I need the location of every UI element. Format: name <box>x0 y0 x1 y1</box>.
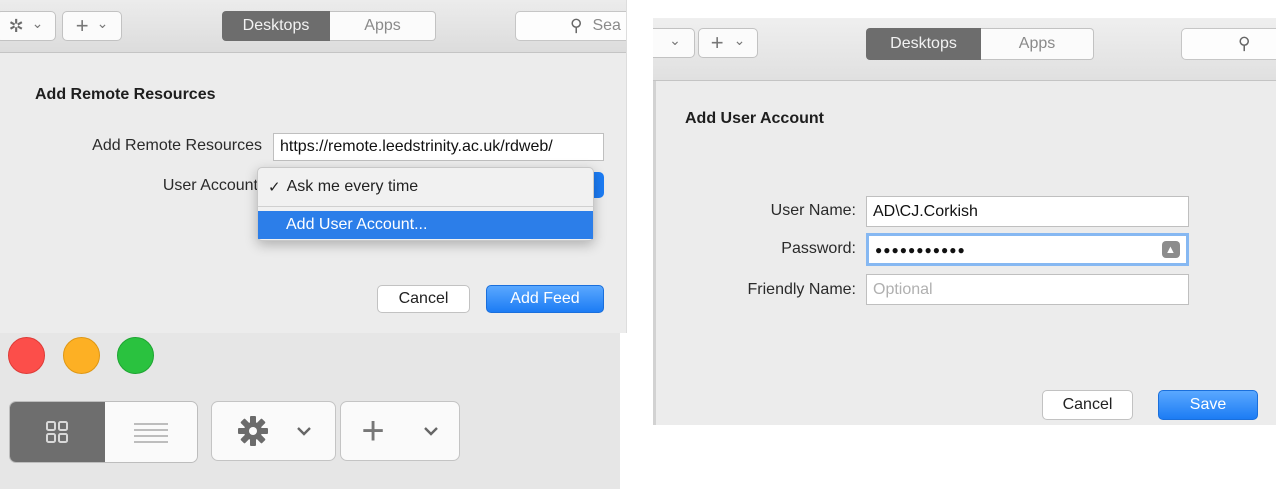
zoom-window-button[interactable] <box>117 337 154 374</box>
password-field[interactable]: ●●●●●●●●●●● ▲ <box>866 233 1189 266</box>
list-icon <box>133 423 168 443</box>
search-input[interactable]: ⚲ Sea <box>515 11 626 41</box>
plus-icon: + <box>710 30 724 55</box>
chevron-down-icon: ⌄ <box>733 31 746 48</box>
sheet-title: Add Remote Resources <box>35 86 216 103</box>
url-label: Add Remote Resources <box>92 137 262 154</box>
friendly-name-field[interactable]: Optional <box>866 274 1189 305</box>
toolbar: ✲ ⌄ + ⌄ Desktops Apps ⚲ Sea <box>0 0 626 53</box>
main-window-toolbar: + <box>0 333 620 489</box>
settings-menu-button[interactable] <box>211 401 336 461</box>
menu-item-label: Ask me every time <box>286 178 419 195</box>
sheet-title: Add User Account <box>685 110 824 127</box>
gear-icon: ✲ <box>8 15 24 36</box>
tab-desktops[interactable]: Desktops <box>222 11 330 41</box>
url-field[interactable]: https://remote.leedstrinity.ac.uk/rdweb/ <box>273 133 604 161</box>
password-autofill-icon[interactable]: ▲ <box>1162 241 1180 258</box>
add-user-account-window: ⌄ + ⌄ Desktops Apps ⚲ Add User Account U… <box>653 18 1276 425</box>
gear-menu-button[interactable]: ⌄ <box>653 28 695 58</box>
gear-menu-button[interactable]: ✲ ⌄ <box>0 11 56 41</box>
add-menu-button[interactable]: + <box>340 401 460 461</box>
cancel-button[interactable]: Cancel <box>1042 390 1133 420</box>
minimize-window-button[interactable] <box>63 337 100 374</box>
add-user-account-sheet: Add User Account User Name: AD\CJ.Corkis… <box>653 81 1276 425</box>
chevron-down-icon <box>296 427 311 436</box>
view-toggle <box>9 401 198 463</box>
add-feed-button[interactable]: Add Feed <box>486 285 604 313</box>
menu-divider <box>258 206 593 207</box>
menu-item-add-user-account[interactable]: Add User Account... <box>258 211 593 239</box>
close-window-button[interactable] <box>8 337 45 374</box>
view-segmented-control: Desktops Apps <box>222 11 436 41</box>
menu-item-label: Add User Account... <box>286 216 428 233</box>
user-name-label: User Name: <box>770 202 856 219</box>
gear-icon <box>237 416 268 446</box>
list-view-button[interactable] <box>104 402 197 462</box>
password-label: Password: <box>781 240 856 257</box>
search-icon: ⚲ <box>1238 34 1251 53</box>
add-menu-button[interactable]: + ⌄ <box>698 28 758 58</box>
save-button[interactable]: Save <box>1158 390 1258 420</box>
chevron-down-icon: ⌄ <box>669 31 681 48</box>
tab-apps[interactable]: Apps <box>330 11 436 41</box>
grid-view-button[interactable] <box>10 402 105 462</box>
password-value: ●●●●●●●●●●● <box>875 242 966 257</box>
tab-apps[interactable]: Apps <box>981 28 1094 60</box>
grid-icon <box>46 421 69 443</box>
plus-icon: + <box>361 409 385 453</box>
toolbar: ⌄ + ⌄ Desktops Apps ⚲ <box>653 18 1276 81</box>
user-name-field[interactable]: AD\CJ.Corkish <box>866 196 1189 227</box>
search-icon: ⚲ <box>570 16 583 35</box>
tab-desktops[interactable]: Desktops <box>866 28 981 60</box>
add-menu-button[interactable]: + ⌄ <box>62 11 122 41</box>
search-input[interactable]: ⚲ <box>1181 28 1276 60</box>
friendly-name-label: Friendly Name: <box>747 281 856 298</box>
chevron-down-icon <box>423 427 438 436</box>
user-account-label: User Account <box>162 177 258 194</box>
menu-item-ask-every-time[interactable]: ✓ Ask me every time <box>258 172 593 202</box>
remote-resources-window: ✲ ⌄ + ⌄ Desktops Apps ⚲ Sea Add Remote R… <box>0 0 627 333</box>
chevron-down-icon: ⌄ <box>31 14 44 31</box>
user-account-menu: ✓ Ask me every time Add User Account... <box>257 167 594 241</box>
view-segmented-control: Desktops Apps <box>866 28 1094 60</box>
plus-icon: + <box>75 13 89 38</box>
cancel-button[interactable]: Cancel <box>377 285 470 313</box>
chevron-down-icon: ⌄ <box>96 14 109 31</box>
search-placeholder: Sea <box>592 17 621 34</box>
checkmark-icon: ✓ <box>268 179 281 196</box>
